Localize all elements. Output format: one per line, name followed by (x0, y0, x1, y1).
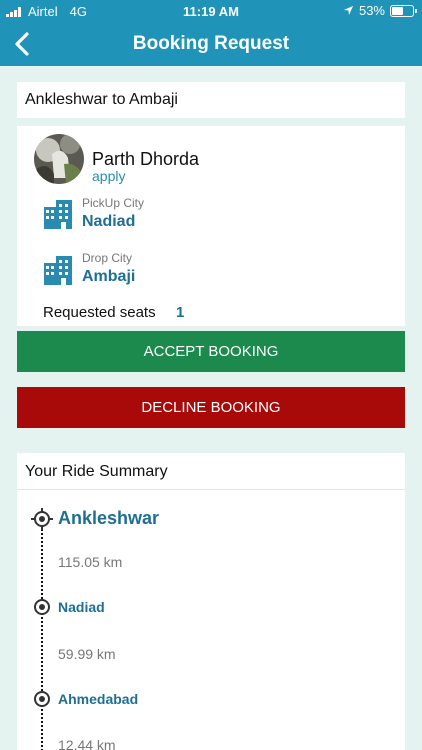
drop-city-label: Drop City (82, 251, 133, 265)
ride-summary-card: Your Ride Summary Ankleshwar 115.05 km N… (17, 453, 405, 750)
battery-level (392, 6, 403, 15)
pickup-city-label: PickUp City (82, 196, 145, 210)
stop-name: Nadiad (58, 599, 105, 615)
stop-distance: 12.44 km (58, 737, 116, 750)
route-dotted-line (41, 525, 43, 750)
route-card: Ankleshwar to Ambaji (17, 82, 405, 118)
stop-distance: 115.05 km (58, 554, 123, 570)
origin-marker-icon (31, 508, 53, 530)
route-title: Ankleshwar to Ambaji (25, 91, 178, 108)
avatar-photo (34, 134, 84, 184)
accept-booking-button[interactable]: ACCEPT BOOKING (17, 331, 405, 372)
decline-booking-button[interactable]: DECLINE BOOKING (17, 387, 405, 428)
avatar[interactable] (34, 134, 84, 184)
drop-city-icon (44, 256, 72, 285)
booking-details-card: Parth Dhorda apply PickUp City Nadiad Dr… (17, 126, 405, 326)
pickup-city-value: Nadiad (82, 213, 136, 230)
divider (17, 489, 405, 490)
stop-marker-icon (34, 599, 50, 615)
requester-subtitle: apply (92, 168, 126, 184)
stop-distance: 59.99 km (58, 646, 116, 662)
pickup-city-icon (44, 200, 72, 229)
page-title: Booking Request (132, 33, 290, 54)
navigation-bar: Booking Request (0, 22, 422, 66)
status-bar: Airtel 4G 11:19 AM 53% (0, 0, 422, 22)
status-right: 53% (343, 3, 417, 18)
stop-marker-icon (34, 691, 50, 707)
requested-seats-value: 1 (176, 304, 185, 321)
location-arrow-icon (343, 5, 354, 16)
ride-summary-title: Your Ride Summary (25, 463, 168, 480)
battery-icon (390, 4, 417, 17)
requested-seats-label: Requested seats (43, 304, 156, 321)
battery-percent: 53% (358, 3, 385, 18)
stop-name: Ahmedabad (58, 691, 139, 707)
stop-name: Ankleshwar (58, 508, 160, 528)
requester-name: Parth Dhorda (92, 149, 200, 169)
drop-city-value: Ambaji (82, 268, 136, 285)
